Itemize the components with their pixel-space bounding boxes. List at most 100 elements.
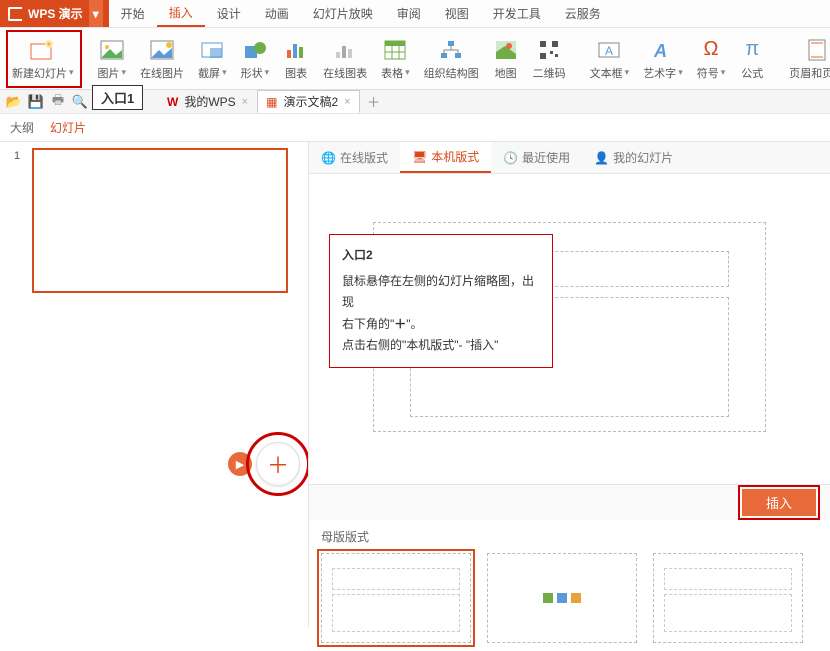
online-chart-label: 在线图表	[323, 65, 367, 81]
textbox-icon: A	[596, 37, 622, 63]
table-button[interactable]: 表格▾	[375, 35, 416, 83]
picture-icon	[99, 37, 125, 63]
doctab-presentation[interactable]: ▦ 演示文稿2 ×	[257, 90, 359, 113]
rtab-recent[interactable]: 🕓 最近使用	[491, 142, 582, 173]
chart-button[interactable]: 图表	[277, 35, 315, 83]
doctab-presentation-label: 演示文稿2	[283, 93, 338, 110]
wordart-button[interactable]: A 艺术字▾	[637, 35, 689, 83]
highlight-insert: 插入	[738, 485, 820, 520]
textbox-button[interactable]: A 文本框▾	[584, 35, 636, 83]
online-chart-button[interactable]: 在线图表	[317, 35, 373, 83]
svg-text:A: A	[605, 44, 613, 58]
shapes-button[interactable]: 形状▾	[235, 35, 276, 83]
org-chart-icon	[438, 37, 464, 63]
master-layout-2[interactable]	[487, 553, 637, 643]
rtab-local-label: 本机版式	[431, 148, 479, 165]
add-slide-button[interactable]: ＋	[256, 442, 300, 486]
menu-tab-view[interactable]: 视图	[433, 0, 481, 27]
layout-panel: 🌐 在线版式 🖥 本机版式 🕓 最近使用 👤 我的幻灯片 入口2	[308, 142, 830, 627]
formula-button[interactable]: π 公式	[733, 35, 771, 83]
map-label: 地图	[495, 65, 517, 81]
chart-label: 图表	[285, 65, 307, 81]
shapes-icon	[242, 37, 268, 63]
menu-tab-review[interactable]: 审阅	[385, 0, 433, 27]
entry2-line3: 点击右侧的"本机版式"- "插入"	[342, 335, 540, 357]
formula-label: 公式	[741, 65, 763, 81]
menu-tab-animation[interactable]: 动画	[253, 0, 301, 27]
master-layout-3[interactable]	[653, 553, 803, 643]
online-picture-label: 在线图片	[140, 65, 184, 81]
globe-icon: 🌐	[321, 151, 336, 165]
rtab-mine-label: 我的幻灯片	[613, 149, 673, 166]
wordart-icon: A	[650, 37, 676, 63]
rtab-mine[interactable]: 👤 我的幻灯片	[582, 142, 685, 173]
picture-button[interactable]: 图片▾	[92, 35, 133, 83]
menu-tab-slideshow[interactable]: 幻灯片放映	[301, 0, 385, 27]
screenshot-label: 截屏	[198, 65, 220, 81]
menu-tab-design[interactable]: 设计	[205, 0, 253, 27]
screenshot-button[interactable]: 截屏▾	[192, 35, 233, 83]
symbol-button[interactable]: Ω 符号▾	[691, 35, 732, 83]
slide-number: 1	[14, 150, 20, 162]
menu-tab-start[interactable]: 开始	[109, 0, 157, 27]
ribbon: 新建幻灯片▾ 图片▾ 在线图片 截屏▾ 形状▾ 图表 在线图表 表格▾ 组织结构…	[0, 28, 830, 90]
table-icon	[382, 37, 408, 63]
shapes-label: 形状	[241, 65, 263, 81]
rtab-recent-label: 最近使用	[522, 149, 570, 166]
close-icon[interactable]: ×	[242, 96, 248, 108]
chevron-down-icon: ▾	[69, 67, 74, 78]
add-tab-button[interactable]: ＋	[366, 94, 382, 110]
textbox-label: 文本框	[590, 65, 623, 81]
insert-button[interactable]: 插入	[742, 489, 816, 516]
map-icon	[493, 37, 519, 63]
chart-icon	[283, 37, 309, 63]
rtab-local[interactable]: 🖥 本机版式	[400, 142, 491, 173]
app-badge[interactable]: WPS 演示 ▾	[0, 0, 109, 27]
qrcode-icon	[536, 37, 562, 63]
tab-outline[interactable]: 大纲	[10, 119, 34, 136]
online-picture-button[interactable]: 在线图片	[134, 35, 190, 83]
slide-thumbnail[interactable]	[32, 148, 288, 293]
close-icon[interactable]: ×	[344, 96, 350, 108]
doctab-mywps[interactable]: W 我的WPS ×	[158, 90, 257, 113]
computer-icon: 🖥	[412, 150, 427, 164]
table-label: 表格	[381, 65, 403, 81]
online-chart-icon	[332, 37, 358, 63]
screenshot-icon	[199, 37, 225, 63]
qrcode-label: 二维码	[533, 65, 566, 81]
app-menu-dropdown[interactable]: ▾	[89, 0, 103, 27]
header-footer-button[interactable]: 页眉和页脚	[783, 35, 830, 83]
tab-slides[interactable]: 幻灯片	[50, 119, 86, 136]
formula-icon: π	[739, 37, 765, 63]
master-layout-1[interactable]	[321, 553, 471, 643]
presentation-icon: ▦	[266, 95, 277, 109]
menu-tab-cloud[interactable]: 云服务	[553, 0, 613, 27]
header-footer-label: 页眉和页脚	[789, 65, 830, 81]
menu-tab-devtools[interactable]: 开发工具	[481, 0, 553, 27]
clock-icon: 🕓	[503, 151, 518, 165]
qrcode-button[interactable]: 二维码	[527, 35, 572, 83]
save-icon[interactable]: 💾	[28, 94, 44, 110]
master-header: 母版版式	[321, 528, 818, 545]
slide-panel: 1 ▶ ＋	[0, 142, 308, 627]
new-slide-label: 新建幻灯片	[12, 65, 67, 81]
chart-icon	[543, 593, 581, 603]
org-chart-button[interactable]: 组织结构图	[418, 35, 485, 83]
preview-icon[interactable]: 🔍	[72, 94, 88, 110]
play-button[interactable]: ▶	[228, 452, 252, 476]
doctab-mywps-label: 我的WPS	[184, 93, 235, 110]
rtab-online[interactable]: 🌐 在线版式	[309, 142, 400, 173]
svg-text:A: A	[653, 41, 667, 60]
picture-label: 图片	[98, 65, 120, 81]
online-picture-icon	[149, 37, 175, 63]
menu-tab-insert[interactable]: 插入	[157, 0, 205, 27]
menu-tabs: 开始 插入 设计 动画 幻灯片放映 审阅 视图 开发工具 云服务	[109, 0, 613, 27]
print-icon[interactable]: 🖶	[50, 94, 66, 110]
open-icon[interactable]: 📂	[6, 94, 22, 110]
symbol-label: 符号	[697, 65, 719, 81]
header-footer-icon	[804, 37, 830, 63]
new-slide-button[interactable]: 新建幻灯片▾	[6, 35, 80, 83]
map-button[interactable]: 地图	[487, 35, 525, 83]
entry2-title: 入口2	[342, 245, 540, 267]
outline-header: 大纲 幻灯片	[0, 114, 830, 142]
